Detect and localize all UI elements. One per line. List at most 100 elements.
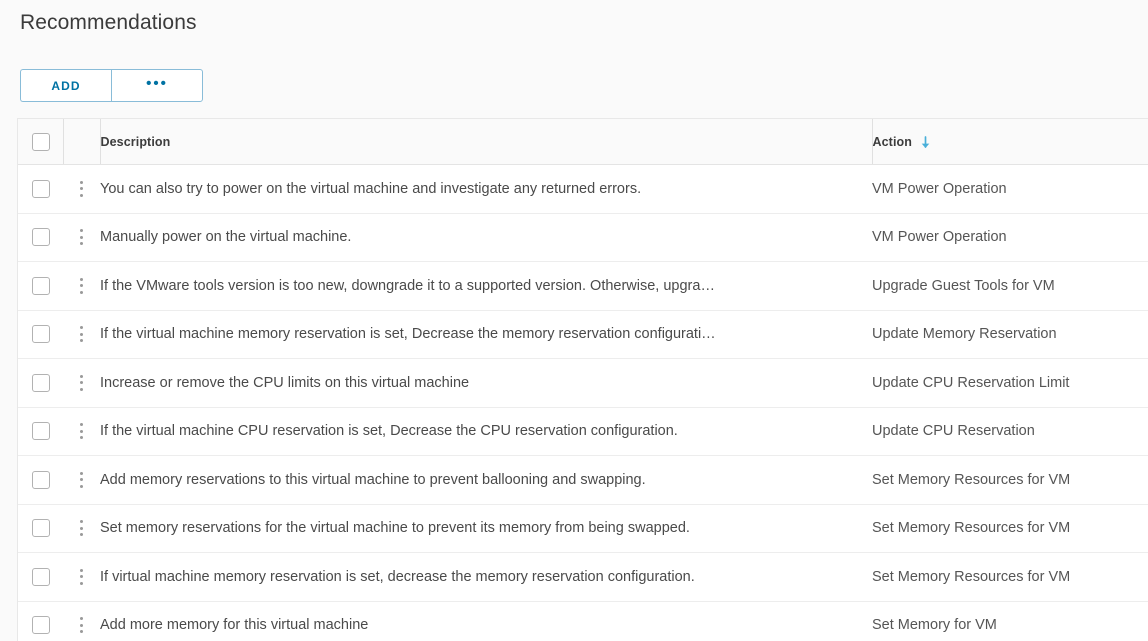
kebab-menu-icon[interactable] xyxy=(63,505,100,552)
column-header-description-label: Description xyxy=(100,134,171,149)
row-description: If the virtual machine memory reservatio… xyxy=(100,310,872,359)
row-select-cell xyxy=(18,407,63,456)
kebab-dot xyxy=(79,429,84,433)
kebab-dot xyxy=(79,581,84,585)
select-all-checkbox[interactable] xyxy=(31,132,50,151)
kebab-menu-icon[interactable] xyxy=(63,165,100,212)
kebab-dot xyxy=(79,180,84,184)
kebab-dot xyxy=(79,290,84,294)
kebab-menu-icon[interactable] xyxy=(63,602,100,641)
row-menu-cell xyxy=(63,261,100,311)
table-row[interactable]: If the virtual machine memory reservatio… xyxy=(18,310,1148,359)
row-action: Set Memory Resources for VM xyxy=(872,504,1148,553)
row-menu-cell xyxy=(63,504,100,553)
row-checkbox[interactable] xyxy=(31,373,50,392)
kebab-dot xyxy=(79,193,84,197)
kebab-dot xyxy=(79,187,84,191)
row-checkbox-wrap xyxy=(18,179,63,198)
row-checkbox[interactable] xyxy=(31,228,50,247)
kebab-dot xyxy=(79,423,84,427)
ellipsis-icon: ••• xyxy=(146,74,168,92)
table-row[interactable]: If the VMware tools version is too new, … xyxy=(18,261,1148,311)
row-select-cell xyxy=(18,261,63,311)
kebab-dot xyxy=(79,436,84,440)
row-action: Set Memory Resources for VM xyxy=(872,455,1148,505)
kebab-dot xyxy=(79,630,84,634)
table-row[interactable]: Add memory reservations to this virtual … xyxy=(18,455,1148,505)
kebab-menu-icon[interactable] xyxy=(63,214,100,261)
select-all-header xyxy=(18,118,63,165)
row-description: If the VMware tools version is too new, … xyxy=(100,261,872,311)
row-checkbox[interactable] xyxy=(31,179,50,198)
row-menu-cell xyxy=(63,407,100,456)
table-row[interactable]: Increase or remove the CPU limits on thi… xyxy=(18,358,1148,408)
kebab-menu-icon[interactable] xyxy=(63,359,100,406)
row-description: Manually power on the virtual machine. xyxy=(100,213,872,262)
row-checkbox-wrap xyxy=(18,519,63,538)
table-row[interactable]: Add more memory for this virtual machine… xyxy=(18,601,1148,641)
row-checkbox[interactable] xyxy=(31,567,50,586)
kebab-dot xyxy=(79,478,84,482)
kebab-menu-icon[interactable] xyxy=(63,311,100,358)
row-select-cell xyxy=(18,358,63,408)
column-header-description[interactable]: Description xyxy=(99,118,872,165)
row-checkbox-wrap xyxy=(18,373,63,392)
arrow-down-icon[interactable] xyxy=(919,135,932,150)
kebab-dot xyxy=(79,326,84,330)
row-checkbox[interactable] xyxy=(31,276,50,295)
row-menu-header xyxy=(62,118,100,165)
kebab-dot xyxy=(79,235,84,239)
kebab-menu-icon[interactable] xyxy=(63,456,100,503)
kebab-dot xyxy=(79,568,84,572)
kebab-dot xyxy=(79,471,84,475)
row-checkbox[interactable] xyxy=(31,325,50,344)
row-select-cell xyxy=(18,164,63,214)
page-title: Recommendations xyxy=(20,11,197,34)
row-action: VM Power Operation xyxy=(872,213,1148,262)
kebab-dot xyxy=(79,526,84,530)
row-description: If the virtual machine CPU reservation i… xyxy=(100,407,872,456)
row-checkbox-wrap xyxy=(18,228,63,247)
table-row[interactable]: If virtual machine memory reservation is… xyxy=(18,552,1148,602)
row-menu-cell xyxy=(63,601,100,641)
kebab-dot xyxy=(79,374,84,378)
table-row[interactable]: If the virtual machine CPU reservation i… xyxy=(18,407,1148,456)
kebab-dot xyxy=(79,339,84,343)
column-header-action[interactable]: Action xyxy=(871,118,1148,165)
row-action: Upgrade Guest Tools for VM xyxy=(872,261,1148,311)
table-row[interactable]: Set memory reservations for the virtual … xyxy=(18,504,1148,553)
kebab-menu-icon[interactable] xyxy=(63,408,100,455)
row-checkbox-wrap xyxy=(18,616,63,635)
kebab-menu-icon[interactable] xyxy=(63,262,100,309)
row-checkbox[interactable] xyxy=(31,422,50,441)
row-action: VM Power Operation xyxy=(872,164,1148,214)
row-checkbox-wrap xyxy=(18,470,63,489)
row-description: Add memory reservations to this virtual … xyxy=(100,455,872,505)
table-row[interactable]: You can also try to power on the virtual… xyxy=(18,164,1148,214)
kebab-menu-icon[interactable] xyxy=(63,553,100,600)
table-row[interactable]: Manually power on the virtual machine. VM… xyxy=(18,213,1148,262)
row-checkbox[interactable] xyxy=(31,616,50,635)
row-action: Update Memory Reservation xyxy=(872,310,1148,359)
row-action: Update CPU Reservation Limit xyxy=(872,358,1148,408)
toolbar-button-group: ADD ••• xyxy=(20,69,203,102)
table-header-row: Description Action xyxy=(18,118,1148,165)
row-select-cell xyxy=(18,455,63,505)
row-action: Set Memory Resources for VM xyxy=(872,552,1148,602)
row-menu-cell xyxy=(63,455,100,505)
kebab-dot xyxy=(79,381,84,385)
kebab-dot xyxy=(79,520,84,524)
row-checkbox-wrap xyxy=(18,325,63,344)
row-description: Increase or remove the CPU limits on thi… xyxy=(100,358,872,408)
row-checkbox-wrap xyxy=(18,567,63,586)
row-description: You can also try to power on the virtual… xyxy=(100,164,872,214)
add-button[interactable]: ADD xyxy=(20,69,111,102)
row-checkbox[interactable] xyxy=(31,470,50,489)
kebab-dot xyxy=(79,332,84,336)
kebab-dot xyxy=(79,617,84,621)
more-actions-button[interactable]: ••• xyxy=(111,69,203,102)
row-checkbox[interactable] xyxy=(31,519,50,538)
kebab-dot xyxy=(79,284,84,288)
table-header: Description Action xyxy=(18,118,1148,165)
row-select-cell xyxy=(18,552,63,602)
